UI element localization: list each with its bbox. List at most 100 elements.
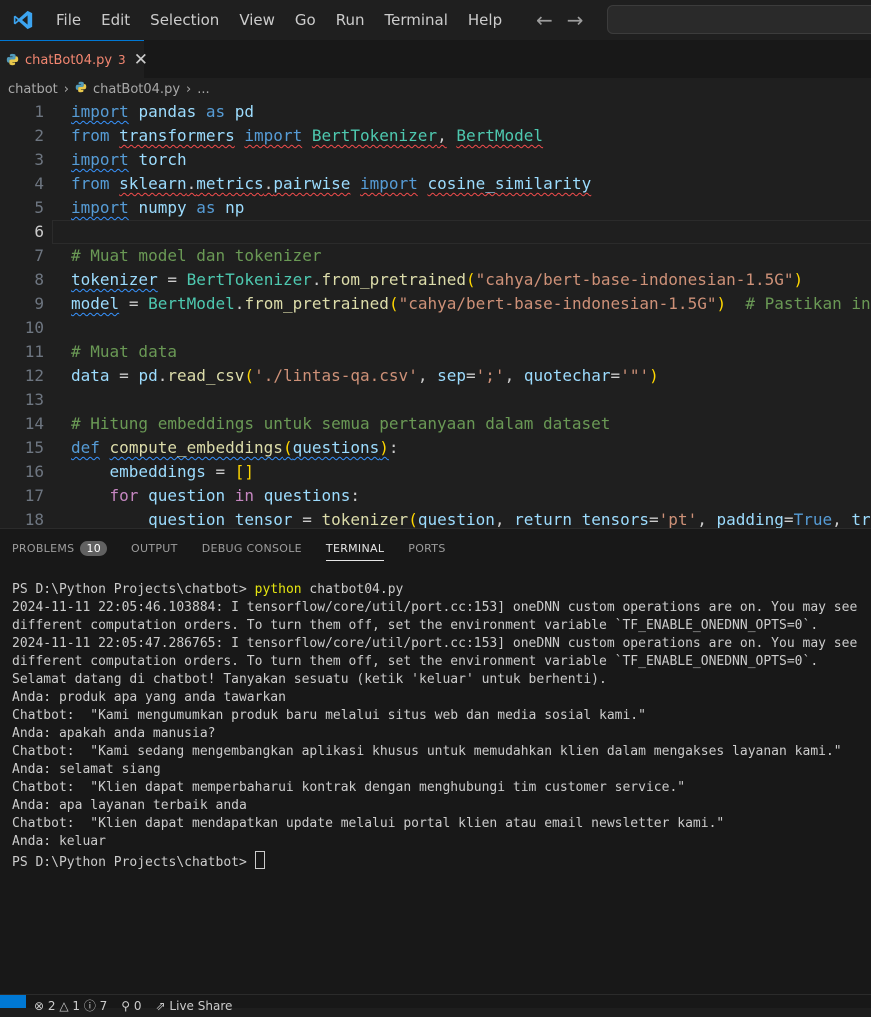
warnings-count: 1 bbox=[72, 999, 81, 1013]
tab-ports[interactable]: PORTS bbox=[396, 529, 457, 567]
code-line[interactable]: 2 from transformers import BertTokenizer,… bbox=[0, 124, 871, 148]
code-line[interactable]: 6 bbox=[0, 220, 871, 244]
chevron-right-icon: › bbox=[63, 81, 69, 97]
menu-item-run[interactable]: Run bbox=[326, 0, 375, 40]
line-number: 7 bbox=[34, 246, 44, 265]
close-icon[interactable]: ✕ bbox=[134, 50, 148, 70]
code-text: data = pd.read_csv('./lintas-qa.csv', se… bbox=[71, 366, 659, 385]
code-text: import torch bbox=[71, 150, 187, 169]
terminal-line: Selamat datang di chatbot! Tanyakan sesu… bbox=[12, 672, 607, 687]
terminal-line: Anda: apa layanan terbaik anda bbox=[12, 798, 247, 813]
forward-arrow-icon[interactable]: → bbox=[567, 8, 584, 32]
python-file-icon bbox=[75, 81, 87, 97]
menu-item-help[interactable]: Help bbox=[458, 0, 512, 40]
code-line[interactable]: 17 for question in questions: bbox=[0, 484, 871, 508]
chevron-right-icon: › bbox=[186, 81, 192, 97]
line-number: 18 bbox=[24, 510, 44, 528]
code-line[interactable]: 11 # Muat data bbox=[0, 340, 871, 364]
back-arrow-icon[interactable]: ← bbox=[536, 8, 553, 32]
code-text: tokenizer = BertTokenizer.from_pretraine… bbox=[71, 270, 804, 289]
breadcrumb-more[interactable]: ... bbox=[197, 82, 209, 97]
line-number: 12 bbox=[24, 366, 44, 385]
menu-item-terminal[interactable]: Terminal bbox=[375, 0, 458, 40]
tab-debug-console[interactable]: DEBUG CONSOLE bbox=[190, 529, 314, 567]
terminal-line: Anda: keluar bbox=[12, 834, 106, 849]
code-line[interactable]: 18 question_tensor = tokenizer(question,… bbox=[0, 508, 871, 528]
status-bar: ⊗ 2 △ 1 ⓘ 7 ⚲ 0 ⇗ Live Share bbox=[0, 994, 871, 1013]
vscode-logo-icon[interactable] bbox=[0, 0, 46, 40]
command-center-search[interactable] bbox=[607, 5, 871, 34]
tab-label: chatBot04.py bbox=[25, 52, 113, 68]
code-line[interactable]: 4 from sklearn.metrics.pairwise import co… bbox=[0, 172, 871, 196]
line-number: 5 bbox=[34, 198, 44, 217]
code-text: # Muat model dan tokenizer bbox=[71, 246, 322, 265]
terminal-line: Chatbot: "Kami mengumumkan produk baru m… bbox=[12, 708, 646, 723]
breadcrumb-folder[interactable]: chatbot bbox=[8, 82, 58, 97]
code-line[interactable]: 10 bbox=[0, 316, 871, 340]
terminal-command: python bbox=[254, 582, 302, 597]
terminal-line: different computation orders. To turn th… bbox=[12, 618, 819, 633]
code-editor[interactable]: 1 import pandas as pd 2 from transformers i… bbox=[0, 100, 871, 528]
tab-terminal[interactable]: TERMINAL bbox=[314, 529, 396, 567]
line-number: 2 bbox=[34, 126, 44, 145]
navigation-arrows: ← → bbox=[536, 0, 584, 40]
code-line[interactable]: 7 # Muat model dan tokenizer bbox=[0, 244, 871, 268]
terminal-line: Anda: produk apa yang anda tawarkan bbox=[12, 690, 286, 705]
code-text: # Hitung embeddings untuk semua pertanya… bbox=[71, 414, 611, 433]
line-number: 3 bbox=[34, 150, 44, 169]
menu-item-edit[interactable]: Edit bbox=[91, 0, 140, 40]
code-line[interactable]: 9 model = BertModel.from_pretrained("cahy… bbox=[0, 292, 871, 316]
ports-status[interactable]: ⚲ 0 bbox=[121, 995, 141, 1017]
menu-item-go[interactable]: Go bbox=[285, 0, 326, 40]
live-share-button[interactable]: ⇗ Live Share bbox=[156, 995, 233, 1017]
line-number: 13 bbox=[24, 390, 44, 409]
code-line[interactable]: 13 bbox=[0, 388, 871, 412]
code-line[interactable]: 5 import numpy as np bbox=[0, 196, 871, 220]
line-number: 10 bbox=[24, 318, 44, 337]
terminal-output[interactable]: PS D:\Python Projects\chatbot> python ch… bbox=[12, 581, 871, 869]
breadcrumb-file[interactable]: chatBot04.py bbox=[93, 82, 180, 97]
code-text: question_tensor = tokenizer(question, re… bbox=[148, 510, 871, 528]
bottom-panel: PROBLEMS 10 OUTPUT DEBUG CONSOLE TERMINA… bbox=[0, 528, 871, 995]
python-file-icon bbox=[6, 51, 19, 70]
code-text: # Muat data bbox=[71, 342, 177, 361]
code-text: def compute_embeddings(questions): bbox=[71, 438, 399, 457]
terminal-line: Anda: selamat siang bbox=[12, 762, 161, 777]
errors-status[interactable]: ⊗ 2 △ 1 ⓘ 7 bbox=[34, 995, 107, 1017]
tab-problems[interactable]: PROBLEMS 10 bbox=[0, 529, 119, 567]
status-items: ⊗ 2 △ 1 ⓘ 7 ⚲ 0 ⇗ Live Share bbox=[34, 995, 232, 1017]
code-text: model = BertModel.from_pretrained("cahya… bbox=[71, 294, 871, 313]
panel-tab-bar: PROBLEMS 10 OUTPUT DEBUG CONSOLE TERMINA… bbox=[0, 529, 871, 567]
code-line[interactable]: 1 import pandas as pd bbox=[0, 100, 871, 124]
code-line[interactable]: 8 tokenizer = BertTokenizer.from_pretrain… bbox=[0, 268, 871, 292]
code-text: import numpy as np bbox=[71, 198, 245, 217]
code-line[interactable]: 16 embeddings = [] bbox=[0, 460, 871, 484]
terminal-prompt: PS D:\Python Projects\chatbot> bbox=[12, 582, 255, 597]
menu-item-file[interactable]: File bbox=[46, 0, 91, 40]
tab-chatbot04[interactable]: chatBot04.py 3 ✕ bbox=[0, 40, 148, 79]
terminal-line: Anda: apakah anda manusia? bbox=[12, 726, 216, 741]
code-text: from transformers import BertTokenizer, … bbox=[71, 126, 544, 145]
terminal-line: different computation orders. To turn th… bbox=[12, 654, 819, 669]
terminal-line: Chatbot: "Klien dapat memperbaharui kont… bbox=[12, 780, 686, 795]
breadcrumb: chatbot › chatBot04.py › ... bbox=[0, 78, 871, 100]
tab-output[interactable]: OUTPUT bbox=[119, 529, 190, 567]
title-bar: File Edit Selection View Go Run Terminal… bbox=[0, 0, 871, 40]
code-line[interactable]: 3 import torch bbox=[0, 148, 871, 172]
terminal-prompt-line[interactable]: PS D:\Python Projects\chatbot> bbox=[12, 851, 871, 869]
tab-problems-label: PROBLEMS bbox=[12, 541, 75, 555]
remote-indicator-button[interactable] bbox=[0, 995, 26, 1008]
line-number: 16 bbox=[24, 462, 44, 481]
line-number: 8 bbox=[34, 270, 44, 289]
menu-item-selection[interactable]: Selection bbox=[140, 0, 229, 40]
info-count: 7 bbox=[99, 999, 108, 1013]
menu-item-view[interactable]: View bbox=[229, 0, 285, 40]
line-number: 15 bbox=[24, 438, 44, 457]
code-line[interactable]: 12 data = pd.read_csv('./lintas-qa.csv', … bbox=[0, 364, 871, 388]
line-number: 1 bbox=[34, 102, 44, 121]
code-text: embeddings = [] bbox=[109, 462, 255, 481]
line-number: 17 bbox=[24, 486, 44, 505]
code-line[interactable]: 15 def compute_embeddings(questions): bbox=[0, 436, 871, 460]
problems-count-badge: 10 bbox=[80, 540, 108, 556]
code-line[interactable]: 14 # Hitung embeddings untuk semua pertan… bbox=[0, 412, 871, 436]
